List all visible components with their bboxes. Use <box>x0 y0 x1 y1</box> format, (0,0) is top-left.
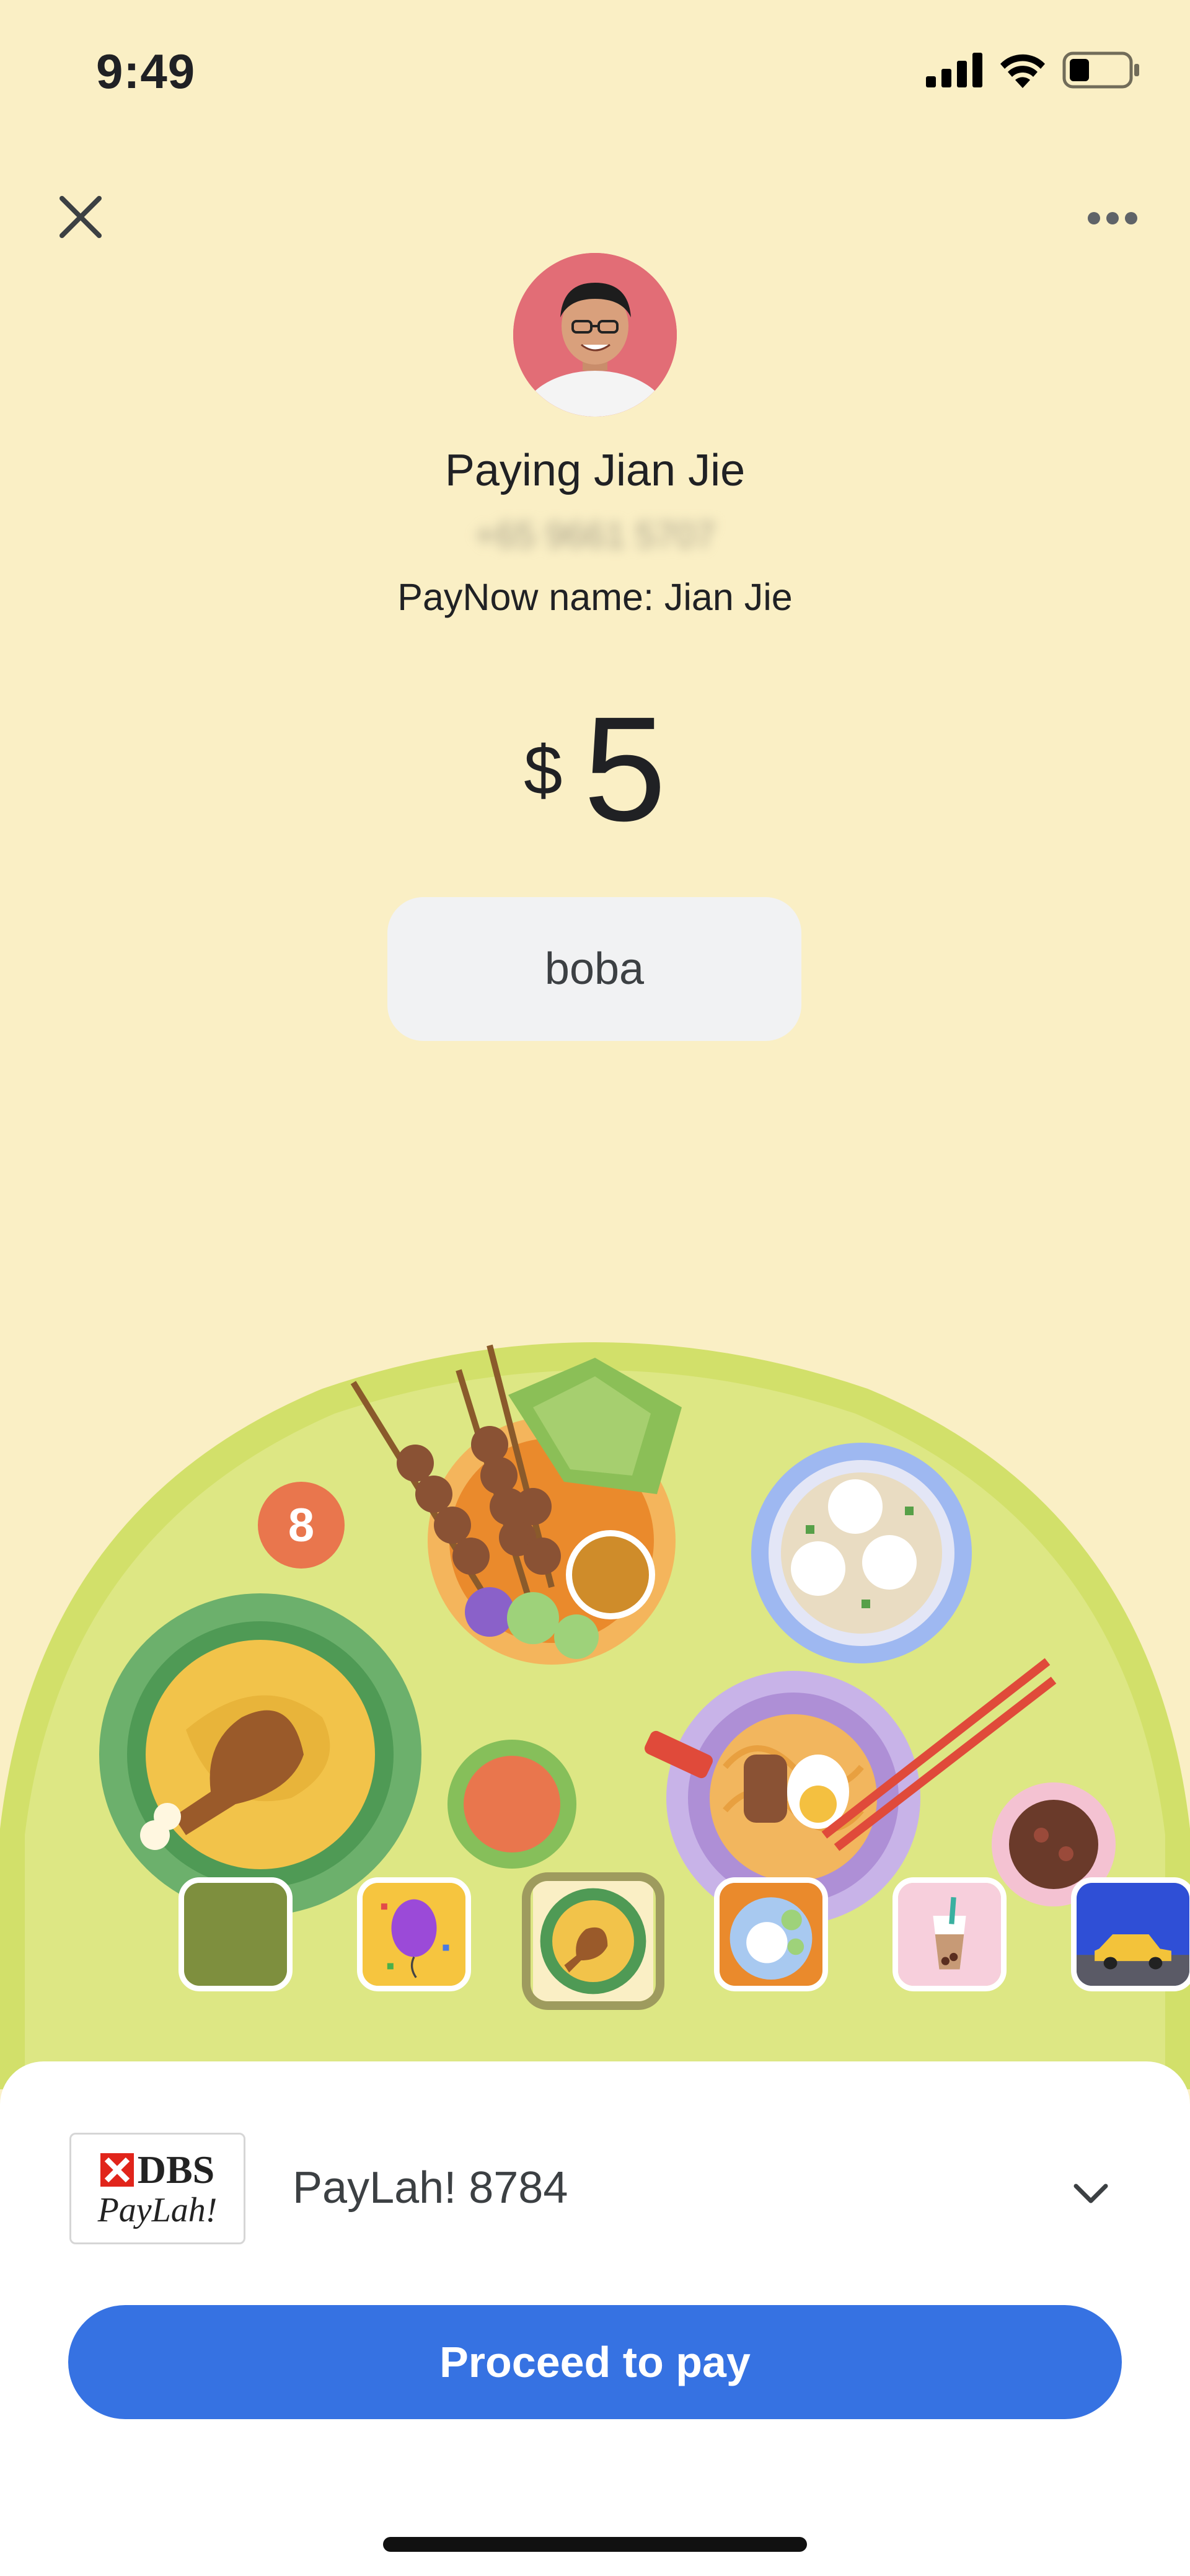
battery-icon <box>1062 51 1139 89</box>
proceed-to-pay-button[interactable]: Proceed to pay <box>68 2305 1122 2419</box>
home-indicator[interactable] <box>383 2537 807 2552</box>
close-button[interactable] <box>50 186 112 248</box>
theme-thumb-green[interactable] <box>178 1877 293 1991</box>
wifi-icon <box>1000 54 1045 88</box>
more-options-icon <box>1088 212 1137 224</box>
amount-value[interactable]: 5 <box>583 694 666 843</box>
chevron-down-icon <box>1073 2184 1108 2203</box>
payee-phone: +65 9661 5707 <box>474 515 716 555</box>
currency-symbol: $ <box>524 732 563 809</box>
payee-avatar <box>513 253 677 417</box>
bank-logo: DBS PayLah! <box>69 2133 245 2244</box>
amount-display[interactable]: $ 5 <box>0 694 1190 843</box>
avatar-photo <box>513 253 677 417</box>
status-time: 9:49 <box>96 44 196 99</box>
payee-title: Paying Jian Jie <box>444 446 746 495</box>
payment-account-label[interactable]: PayLah! 8784 <box>293 2162 568 2213</box>
dbs-mark-icon <box>100 2153 134 2187</box>
badge-count: 8 <box>288 1499 314 1552</box>
close-icon <box>60 196 102 238</box>
theme-thumb-rice[interactable] <box>714 1877 828 1991</box>
theme-thumb-balloon[interactable] <box>357 1877 471 1991</box>
bank-logo-line2: PayLah! <box>97 2191 218 2229</box>
bank-logo-text-1: DBS <box>137 2148 215 2192</box>
note-field[interactable]: boba <box>387 897 801 1041</box>
status-icons <box>926 48 1140 92</box>
signal-icon <box>926 53 982 87</box>
more-options-button[interactable] <box>1078 186 1147 248</box>
theme-thumb-food[interactable] <box>522 1872 664 2010</box>
payment-method-dropdown[interactable] <box>1066 2169 1116 2218</box>
paynow-name: PayNow name: Jian Jie <box>397 576 793 618</box>
theme-thumb-taxi[interactable] <box>1071 1877 1190 1991</box>
theme-picker <box>0 1872 1190 2010</box>
theme-thumb-bubble-tea[interactable] <box>892 1877 1007 1991</box>
bank-logo-line1: DBS <box>100 2147 215 2193</box>
